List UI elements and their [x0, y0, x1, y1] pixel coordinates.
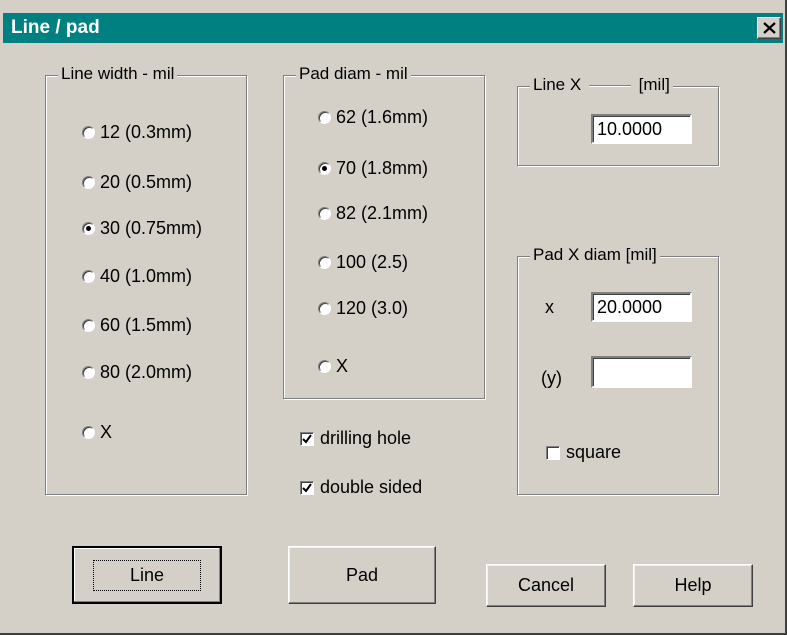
window-title: Line / pad [11, 17, 100, 38]
radio-button[interactable] [318, 256, 331, 269]
radio-button[interactable] [82, 366, 95, 379]
line-x-legend: Line X [mil] [530, 75, 673, 95]
radio-button[interactable] [82, 426, 95, 439]
option-label: 30 (0.75mm) [100, 218, 203, 238]
pad-diam-option-x[interactable]: X [318, 356, 348, 377]
checkmark-icon [302, 433, 312, 444]
line-width-option-30[interactable]: 30 (0.75mm) [82, 218, 202, 239]
line-x-legend-line [588, 85, 631, 87]
option-label: 62 (1.6mm) [336, 107, 429, 127]
option-label: 120 (3.0) [336, 298, 409, 318]
option-label: 20 (0.5mm) [100, 172, 193, 192]
checkbox-label: double sided [320, 477, 423, 497]
radio-button[interactable] [318, 207, 331, 220]
checkbox-box[interactable] [546, 445, 560, 460]
pad-y-input[interactable] [591, 356, 692, 388]
pad-diam-option-82[interactable]: 82 (2.1mm) [318, 203, 428, 224]
pad-diam-legend: Pad diam - mil [296, 64, 411, 84]
line-width-option-12[interactable]: 12 (0.3mm) [82, 122, 192, 143]
line-x-unit: [mil] [638, 75, 670, 94]
radio-button[interactable] [82, 222, 95, 235]
line-pad-dialog: Line / pad Line width - mil 12 (0.3mm) 2… [0, 0, 787, 635]
option-label: X [100, 422, 113, 442]
option-label: 82 (2.1mm) [336, 203, 429, 223]
close-icon [763, 22, 776, 34]
radio-button[interactable] [318, 360, 331, 373]
radio-button[interactable] [82, 176, 95, 189]
line-width-option-80[interactable]: 80 (2.0mm) [82, 362, 192, 383]
radio-button[interactable] [82, 270, 95, 283]
pad-button[interactable]: Pad [288, 546, 436, 604]
line-button-label: Line [92, 559, 202, 591]
pad-y-label: (y) [541, 368, 562, 388]
drilling-hole-checkbox[interactable]: drilling hole [300, 428, 411, 449]
option-label: 12 (0.3mm) [100, 122, 193, 142]
radio-button[interactable] [318, 162, 331, 175]
checkbox-box[interactable] [300, 480, 314, 495]
pad-x-input[interactable]: 20.0000 [591, 292, 692, 322]
pad-x-label: x [545, 297, 554, 317]
cancel-button[interactable]: Cancel [486, 564, 606, 607]
checkbox-label: square [566, 442, 622, 462]
help-button-label: Help [674, 575, 712, 595]
checkbox-label: drilling hole [320, 428, 412, 448]
pad-diam-option-62[interactable]: 62 (1.6mm) [318, 107, 428, 128]
pad-button-label: Pad [345, 564, 379, 585]
pad-diam-option-70[interactable]: 70 (1.8mm) [318, 158, 428, 179]
option-label: 60 (1.5mm) [100, 315, 193, 335]
help-button[interactable]: Help [633, 564, 753, 607]
pad-diam-option-120[interactable]: 120 (3.0) [318, 298, 408, 319]
cancel-button-label: Cancel [517, 575, 575, 595]
line-width-option-x[interactable]: X [82, 422, 112, 443]
option-label: 100 (2.5) [336, 252, 409, 272]
checkmark-icon [302, 482, 312, 493]
line-x-input[interactable]: 10.0000 [591, 114, 692, 144]
square-checkbox[interactable]: square [546, 442, 621, 463]
radio-button[interactable] [318, 111, 331, 124]
line-width-option-40[interactable]: 40 (1.0mm) [82, 266, 192, 287]
line-x-legend-text: Line X [533, 75, 582, 94]
pad-x-diam-legend: Pad X diam [mil] [530, 245, 660, 265]
checkbox-box[interactable] [300, 431, 314, 446]
pad-diam-option-100[interactable]: 100 (2.5) [318, 252, 408, 273]
line-width-option-20[interactable]: 20 (0.5mm) [82, 172, 192, 193]
radio-button[interactable] [318, 302, 331, 315]
option-label: X [336, 356, 349, 376]
radio-button[interactable] [82, 319, 95, 332]
title-bar[interactable]: Line / pad [3, 13, 783, 43]
option-label: 70 (1.8mm) [336, 158, 429, 178]
radio-button[interactable] [82, 126, 95, 139]
double-sided-checkbox[interactable]: double sided [300, 477, 422, 498]
option-label: 40 (1.0mm) [100, 266, 193, 286]
line-width-option-60[interactable]: 60 (1.5mm) [82, 315, 192, 336]
line-width-legend: Line width - mil [58, 64, 178, 84]
option-label: 80 (2.0mm) [100, 362, 193, 382]
close-button[interactable] [757, 17, 781, 39]
line-button[interactable]: Line [72, 546, 222, 604]
